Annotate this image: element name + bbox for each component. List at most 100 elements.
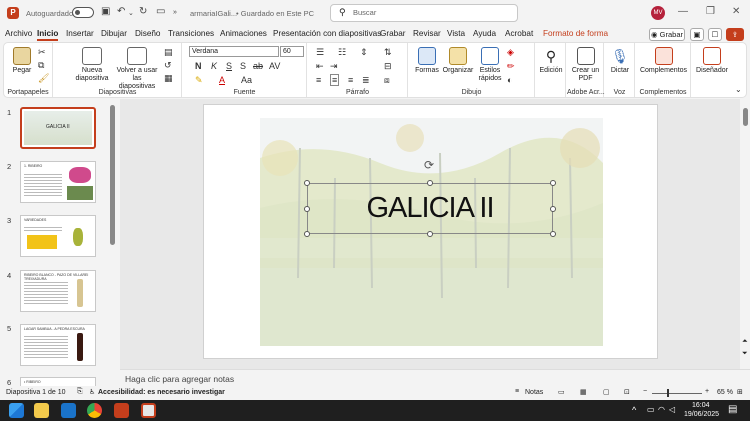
tab-animaciones[interactable]: Animaciones (220, 29, 267, 38)
slide-thumbnail-5[interactable]: LAGAR SAMBUA - A PEDRA ESCURA (20, 324, 96, 366)
customize-quick-access-icon[interactable]: » (173, 9, 177, 16)
create-pdf-button[interactable]: Crear un PDF (569, 47, 602, 83)
new-slide-button[interactable]: Nueva diapositiva (74, 47, 110, 83)
tab-archivo[interactable]: Archivo (5, 29, 32, 38)
tab-dibujar[interactable]: Dibujar (101, 29, 127, 38)
layout-icon[interactable]: ▤ (164, 47, 173, 57)
clock-time[interactable]: 16:04 (692, 402, 710, 409)
collapse-ribbon-icon[interactable]: ⌄ (735, 85, 742, 95)
search-box[interactable]: ⚲ Buscar (330, 4, 518, 22)
resize-handle[interactable] (304, 206, 310, 212)
shapes-button[interactable]: Formas (413, 47, 441, 75)
next-slide-icon[interactable]: ⏷ (742, 350, 748, 358)
indent-increase-icon[interactable]: ⇥ (330, 61, 338, 71)
accessibility-icon[interactable]: ♿ (89, 388, 95, 396)
redo-icon[interactable]: ↻ (139, 6, 147, 17)
tab-grabar[interactable]: Grabar (380, 29, 405, 38)
clock-date[interactable]: 19/06/2025 (684, 411, 719, 418)
comments-icon[interactable]: ☐ (708, 28, 722, 41)
align-right-icon[interactable]: ≡ (348, 75, 353, 85)
accessibility-status[interactable]: Accesibilidad: es necesario investigar (98, 389, 225, 396)
slide-thumbnail-4[interactable]: RIBEIRO BLANCO - PAZO DE VILLAREI TREIXA… (20, 270, 96, 312)
tab-transiciones[interactable]: Transiciones (168, 29, 214, 38)
text-direction-icon[interactable]: ⇅ (384, 47, 392, 57)
highlight-icon[interactable]: ✎ (195, 75, 203, 85)
char-spacing-button[interactable]: AV (269, 61, 280, 71)
share-icon[interactable]: ▣ (690, 28, 704, 41)
slideshow-icon[interactable]: ⊡ (624, 388, 630, 396)
dictate-button[interactable]: 🎙 Dictar (605, 47, 635, 75)
shape-fill-icon[interactable]: ◈ (507, 47, 514, 57)
undo-icon[interactable]: ↶ (117, 6, 125, 17)
copy-icon[interactable]: ⧉ (38, 60, 44, 70)
tab-vista[interactable]: Vista (447, 29, 465, 38)
reset-icon[interactable]: ↺ (164, 60, 172, 70)
start-icon[interactable] (9, 403, 24, 418)
tab-acrobat[interactable]: Acrobat (505, 29, 533, 38)
save-icon[interactable]: ▣ (101, 6, 110, 17)
underline-button[interactable]: S (226, 61, 232, 71)
record-button[interactable]: ◉ Grabar (649, 28, 685, 41)
file-explorer-icon[interactable] (34, 403, 49, 418)
minimize-icon[interactable]: — (678, 6, 688, 17)
resize-handle[interactable] (304, 180, 310, 186)
addins-button[interactable]: Complementos (638, 47, 689, 75)
maximize-icon[interactable]: ❐ (706, 6, 715, 17)
align-text-icon[interactable]: ⊟ (384, 61, 392, 71)
chevron-up-icon[interactable]: ^ (632, 405, 636, 415)
present-icon[interactable]: ▭ (156, 6, 165, 17)
powerpoint-taskbar-icon[interactable] (114, 403, 129, 418)
align-center-icon[interactable]: ≡ (330, 74, 340, 86)
editing-button[interactable]: ⚲ Edición (536, 47, 566, 75)
save-status[interactable]: • Guardado en Este PC (236, 9, 314, 18)
tab-insertar[interactable]: Insertar (66, 29, 94, 38)
acrobat-icon[interactable] (141, 403, 156, 418)
outlook-icon[interactable] (61, 403, 76, 418)
font-size-combo[interactable]: 60 (280, 46, 304, 57)
smartart-icon[interactable]: ⧈ (384, 75, 390, 85)
align-left-icon[interactable]: ≡ (316, 75, 321, 85)
cut-icon[interactable]: ✂ (38, 47, 46, 57)
prev-slide-icon[interactable]: ⏶ (742, 338, 748, 346)
normal-view-icon[interactable]: ▭ (558, 388, 565, 396)
shape-effects-icon[interactable]: ◐ (507, 75, 512, 85)
tab-formato-de-forma[interactable]: Formato de forma (543, 29, 608, 38)
font-name-combo[interactable]: Verdana (189, 46, 279, 57)
document-name[interactable]: armariaIGali... (190, 9, 237, 18)
line-spacing-icon[interactable]: ⇕ (360, 47, 368, 57)
slide-sorter-icon[interactable]: ▦ (580, 388, 587, 396)
section-icon[interactable]: ▦ (164, 73, 173, 83)
zoom-in-icon[interactable]: + (705, 388, 709, 395)
chrome-icon[interactable] (87, 403, 102, 418)
close-icon[interactable]: ✕ (732, 6, 740, 17)
share-button[interactable]: ⇪ (726, 28, 744, 41)
spelling-icon[interactable]: ⎘ (77, 388, 83, 396)
shape-outline-icon[interactable]: ✏ (507, 61, 515, 71)
wifi-icon[interactable]: ◠ (658, 405, 665, 414)
designer-button[interactable]: Diseñador (694, 47, 730, 75)
tab-presentacion[interactable]: Presentación con diapositivas (273, 29, 381, 38)
tab-ayuda[interactable]: Ayuda (473, 29, 496, 38)
scrollbar-thumb[interactable] (110, 105, 115, 245)
fit-to-window-icon[interactable]: ⊞ (737, 388, 743, 396)
quick-styles-button[interactable]: Estilos rápidos (475, 47, 505, 83)
resize-handle[interactable] (427, 231, 433, 237)
resize-handle[interactable] (550, 206, 556, 212)
scrollbar-thumb[interactable] (743, 108, 748, 126)
bold-button[interactable]: N (195, 61, 202, 71)
slide-thumbnail-1[interactable]: GALICIA II (20, 107, 96, 149)
volume-icon[interactable]: ◁ (669, 405, 675, 414)
reuse-slides-button[interactable]: Volver a usar las diapositivas (114, 47, 160, 91)
rotate-handle-icon[interactable]: ⟳ (424, 158, 434, 172)
avatar[interactable]: MV (651, 6, 665, 20)
strikethrough-button[interactable]: ab (253, 61, 263, 71)
tab-diseno[interactable]: Diseño (135, 29, 161, 38)
slide-thumbnail-3[interactable]: VARIEDADES (20, 215, 96, 257)
zoom-slider[interactable] (652, 393, 702, 394)
format-painter-icon[interactable]: 🖌 (38, 73, 49, 83)
paste-button[interactable]: Pegar (8, 47, 36, 75)
numbering-icon[interactable]: ☷ (338, 47, 346, 57)
bullets-icon[interactable]: ☰ (316, 47, 324, 57)
notifications-icon[interactable]: ▤ (728, 404, 737, 415)
tab-revisar[interactable]: Revisar (413, 29, 441, 38)
